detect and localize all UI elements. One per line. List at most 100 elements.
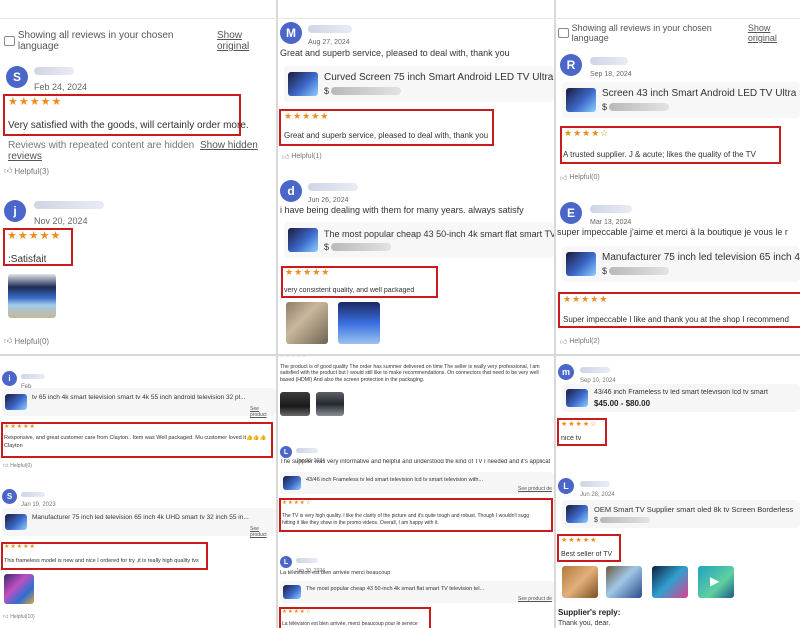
product-card[interactable]: 43/46 inch Frameless tv led smart televi… bbox=[280, 472, 554, 494]
rating-stars: ★★★★★ bbox=[4, 424, 36, 430]
product-thumbnail bbox=[288, 72, 318, 96]
reviewer-name-blurred bbox=[308, 25, 352, 33]
product-price: $45.00 - $80.00 bbox=[594, 398, 651, 408]
price-blurred bbox=[331, 87, 402, 95]
helpful-button[interactable]: 👍︎ Helpful(0) bbox=[3, 463, 32, 469]
price-prefix: $ bbox=[324, 86, 330, 96]
review-text-line2: hitting it like they show in the promo v… bbox=[282, 520, 439, 526]
review-photo[interactable] bbox=[652, 566, 688, 598]
thumbs-up-icon: 👍︎ bbox=[3, 614, 9, 620]
see-product-link[interactable]: See product de bbox=[518, 486, 552, 492]
review-panel-top-right: Showing all reviews in your chosen langu… bbox=[556, 20, 800, 354]
review-text: Best seller of TV bbox=[561, 551, 613, 558]
product-thumbnail bbox=[283, 585, 301, 599]
supplier-reply-label: Supplier's reply: bbox=[558, 608, 621, 617]
review-photo[interactable] bbox=[280, 392, 310, 416]
product-card[interactable]: Curved Screen 75 inch Smart Android LED … bbox=[284, 66, 554, 102]
helpful-button[interactable]: 👍︎ Helpful(2) bbox=[560, 337, 600, 346]
review-video-thumb[interactable]: ▶ bbox=[698, 566, 734, 598]
product-title: 43/46 inch Frameless tv led smart televi… bbox=[594, 388, 768, 396]
product-title: Screen 43 inch Smart Android LED TV Ultr… bbox=[602, 88, 800, 99]
product-thumbnail bbox=[5, 394, 27, 410]
helpful-button[interactable]: 👍︎ Helpful(0) bbox=[4, 336, 49, 346]
rating-stars: ★★★★☆ bbox=[561, 421, 598, 428]
avatar: S bbox=[6, 66, 28, 88]
review-photo[interactable] bbox=[8, 274, 56, 318]
avatar: L bbox=[280, 556, 292, 568]
product-card[interactable]: OEM Smart TV Supplier smart oled 8k tv S… bbox=[562, 500, 800, 528]
review-body: La télévision est bien arrivée merci bea… bbox=[280, 570, 391, 576]
review-panel-top-left: Showing all reviews in your chosen langu… bbox=[0, 20, 276, 354]
translate-icon bbox=[558, 28, 569, 38]
review-text: very consistent quality, and well packag… bbox=[284, 287, 415, 294]
rating-stars: ★★★★★ bbox=[563, 294, 609, 304]
price-prefix: $ bbox=[324, 241, 330, 252]
price-prefix: $ bbox=[594, 516, 598, 524]
review-panel-bottom-middle: ★★★★★ The product is of good quality The… bbox=[278, 356, 554, 628]
helpful-button[interactable]: 👍︎ Helpful(3) bbox=[4, 166, 49, 176]
review-panel-bottom-right: m Sep 10, 2024 43/46 inch Frameless tv l… bbox=[556, 356, 800, 628]
helpful-count: Helpful(3) bbox=[14, 166, 50, 176]
rating-stars: ★★★★★ bbox=[7, 230, 62, 242]
rating-stars: ★★★★★ bbox=[4, 544, 36, 550]
review-photo[interactable] bbox=[316, 392, 344, 416]
see-product-link[interactable]: See product bbox=[250, 526, 276, 538]
rating-stars: ★★★★★ bbox=[8, 96, 63, 108]
product-card[interactable]: tv 65 inch 4k smart television smart tv … bbox=[2, 388, 276, 416]
helpful-button[interactable]: 👍︎ Helpful(1) bbox=[282, 152, 322, 161]
product-card[interactable]: The most popular cheap 43 50-inch 4k sma… bbox=[280, 581, 554, 603]
product-thumbnail bbox=[283, 476, 301, 490]
review-header: S Jan 19, 2023 bbox=[2, 484, 56, 508]
helpful-button[interactable]: 👍︎ Helpful(0) bbox=[560, 173, 600, 182]
price-blurred bbox=[599, 517, 650, 523]
hidden-reviews-note: Reviews with repeated content are hidden… bbox=[8, 140, 276, 162]
reviewer-name-blurred bbox=[308, 183, 358, 191]
helpful-count: Helpful(0) bbox=[10, 463, 32, 469]
thumbs-up-icon: 👍︎ bbox=[560, 175, 568, 182]
avatar: i bbox=[2, 370, 17, 386]
product-card[interactable]: Screen 43 inch Smart Android LED TV Ultr… bbox=[562, 82, 800, 118]
show-original-link[interactable]: Show original bbox=[748, 23, 800, 43]
product-thumbnail bbox=[288, 228, 318, 252]
avatar: j bbox=[4, 200, 26, 222]
helpful-count: Helpful(10) bbox=[10, 614, 35, 620]
see-product-link[interactable]: See product de bbox=[518, 596, 552, 602]
review-photo[interactable] bbox=[286, 302, 328, 344]
panel-divider bbox=[0, 354, 800, 356]
review-photo[interactable] bbox=[338, 302, 380, 344]
review-header: i Feb bbox=[2, 366, 45, 390]
product-title: Curved Screen 75 inch Smart Android LED … bbox=[324, 72, 554, 83]
review-photo[interactable] bbox=[4, 574, 34, 604]
review-date: Sep 18, 2024 bbox=[590, 71, 632, 78]
rating-stars: ★★★★★ bbox=[284, 111, 330, 121]
product-title: The most popular cheap 43 50-inch 4k sma… bbox=[324, 228, 554, 239]
rating-stars: ★★★★☆ bbox=[282, 609, 312, 615]
reviewer-name-blurred bbox=[296, 558, 318, 563]
product-thumbnail bbox=[566, 252, 596, 276]
reviewer-name-blurred bbox=[580, 481, 610, 487]
review-text: Very satisfied with the goods, will cert… bbox=[8, 120, 249, 131]
supplier-reply-text: Thank you, dear. bbox=[558, 620, 611, 627]
helpful-count: Helpful(0) bbox=[14, 336, 50, 346]
helpful-button[interactable]: 👍︎ Helpful(10) bbox=[3, 614, 35, 620]
product-card[interactable]: Manufacturer 75 inch led television 65 i… bbox=[2, 508, 276, 536]
review-header: d Jun 26, 2024 bbox=[280, 178, 358, 204]
price-blurred bbox=[331, 242, 392, 251]
show-original-link[interactable]: Show original bbox=[217, 30, 276, 52]
review-photo[interactable] bbox=[562, 566, 598, 598]
review-header: m Sep 10, 2024 bbox=[558, 360, 616, 384]
hidden-reviews-text: Reviews with repeated content are hidden bbox=[8, 140, 195, 151]
thumbs-up-icon: 👍︎ bbox=[3, 463, 9, 469]
product-card[interactable]: The most popular cheap 43 50-inch 4k sma… bbox=[284, 222, 554, 258]
thumbs-up-icon: 👍︎ bbox=[4, 166, 13, 175]
product-thumbnail bbox=[566, 88, 596, 112]
review-header: L Jun 28, 2024 bbox=[558, 474, 615, 498]
review-header: E Mar 13, 2024 bbox=[560, 200, 632, 226]
see-product-link[interactable]: See product bbox=[250, 406, 276, 418]
review-text: Super impeccable I like and thank you at… bbox=[563, 315, 789, 324]
review-photo[interactable] bbox=[606, 566, 642, 598]
product-card[interactable]: Manufacturer 75 inch led television 65 i… bbox=[562, 246, 800, 282]
product-card[interactable]: 43/46 inch Frameless tv led smart televi… bbox=[562, 384, 800, 412]
product-title: 43/46 inch Frameless tv led smart televi… bbox=[306, 477, 483, 483]
review-panel-top-middle: M Aug 27, 2024 Great and superb service,… bbox=[278, 20, 554, 354]
